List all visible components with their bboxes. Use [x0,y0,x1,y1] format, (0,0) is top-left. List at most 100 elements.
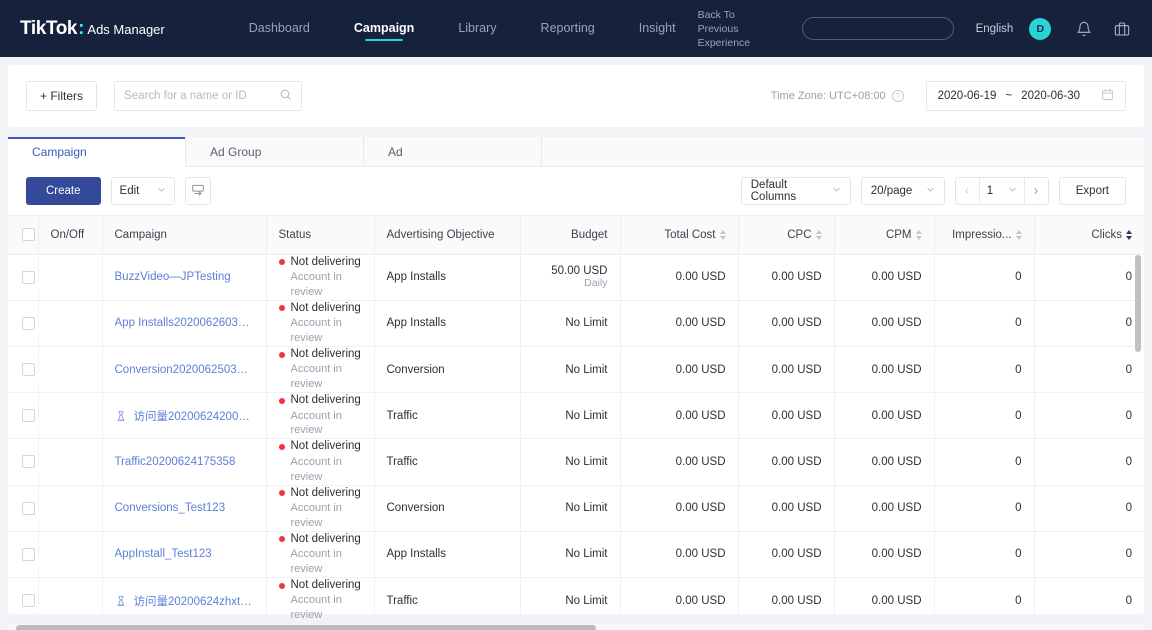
nav-right-group: Back To Previous Experience English D [698,8,1152,50]
back-to-previous-experience-link[interactable]: Back To Previous Experience [698,8,778,50]
row-checkbox[interactable] [22,409,35,423]
vertical-scrollbar-thumb[interactable] [1135,255,1141,352]
sort-icon-clicks[interactable] [1126,230,1132,240]
nav-item-library[interactable]: Library [436,0,518,57]
header-impressions[interactable]: Impressio... [934,216,1035,255]
row-clicks-cell: 0 [1034,438,1144,486]
row-checkbox[interactable] [22,547,35,561]
campaign-name-link[interactable]: 访问量20200624200255 [134,408,254,424]
row-onoff-cell [38,346,103,394]
edit-dropdown[interactable]: Edit [110,177,175,205]
table-row[interactable]: AppInstall_Test123 Not delivering Account … [8,531,1144,578]
campaign-table-wrapper: On/Off Campaign Status Advertising Objec… [8,215,1144,630]
filters-button[interactable]: + Filters [26,81,98,111]
columns-selector[interactable]: Default Columns [740,177,851,205]
header-cpm-label: CPM [885,228,912,241]
brand-tiktok-text: TikTok [20,17,78,39]
row-cpm-cell: 0.00 USD [834,531,935,578]
sort-icon-total-cost[interactable] [719,230,726,240]
row-status-cell: Not delivering Account in review [266,346,375,394]
row-clicks-cell: 0 [1034,577,1144,625]
nav-item-dashboard[interactable]: Dashboard [227,0,332,57]
row-status-cell: Not delivering Account in review [266,254,375,301]
page-number-selector[interactable]: 1 [978,178,1025,204]
table-row[interactable]: BuzzVideo—JPTesting Not delivering Account… [8,254,1144,301]
nav-item-reporting[interactable]: Reporting [519,0,617,57]
header-impressions-label: Impressio... [952,228,1012,241]
row-select-cell [8,300,39,347]
language-selector[interactable]: English [976,23,1014,35]
table-horizontal-scrollbar[interactable] [8,624,1144,630]
table-row[interactable]: 访问量20200624zhxtest0... Not delivering Acco… [8,577,1144,625]
timezone-label: Time Zone: UTC+08:00 [770,90,886,102]
campaign-name-link[interactable]: Conversions_Test123 [115,502,226,514]
search-input[interactable] [124,90,280,102]
horizontal-scrollbar-row[interactable] [8,623,1144,630]
next-page-button[interactable] [1025,178,1048,204]
create-button[interactable]: Create [26,177,101,205]
header-clicks[interactable]: Clicks [1034,216,1144,255]
sort-icon-cpc[interactable] [815,230,822,240]
sort-icon-impressions[interactable] [1015,230,1022,240]
row-campaign-cell: App Installs20200626030106... [102,300,267,347]
campaign-name-link[interactable]: BuzzVideo—JPTesting [115,271,231,283]
row-checkbox[interactable] [22,501,35,515]
row-clicks-cell: 0 [1034,254,1144,301]
table-row[interactable]: 访问量20200624200255 Not delivering Account i… [8,392,1144,440]
header-cpc[interactable]: CPC [738,216,835,255]
previous-page-button[interactable] [956,178,979,204]
nav-item-campaign[interactable]: Campaign [332,0,436,57]
nav-item-insight[interactable]: Insight [617,0,698,57]
search-box[interactable] [114,81,303,111]
transfer-icon-button[interactable] [184,177,211,205]
row-checkbox[interactable] [22,363,35,376]
table-row[interactable]: Traffic20200624175358 Not delivering Accou… [8,438,1144,486]
select-all-checkbox[interactable] [22,228,35,242]
tab-ad[interactable]: Ad [364,137,542,167]
row-checkbox[interactable] [22,316,35,330]
tab-campaign[interactable]: Campaign [8,137,186,167]
campaign-name-link[interactable]: App Installs20200626030106... [115,317,254,329]
table-row[interactable]: Conversion20200625030415_... Not deliveri… [8,346,1144,394]
date-range-picker[interactable]: 2020-06-19 ~ 2020-06-30 [925,81,1126,111]
header-select-all [8,216,39,255]
filter-bar: + Filters Time Zone: UTC+08:00 ? 2020-06… [8,65,1144,127]
table-row[interactable]: Conversions_Test123 Not delivering Account… [8,485,1144,532]
row-impressions-cell: 0 [934,531,1035,578]
horizontal-scrollbar-thumb[interactable] [16,625,596,630]
row-onoff-cell [38,531,103,578]
header-campaign: Campaign [102,216,267,255]
tab-ad-group[interactable]: Ad Group [186,137,364,167]
status-dot [278,490,285,497]
account-selector-pill[interactable] [801,17,954,40]
row-checkbox[interactable] [22,594,35,608]
table-row[interactable]: App Installs20200626030106... Not deliver… [8,300,1144,347]
row-checkbox[interactable] [22,455,35,469]
row-onoff-cell [38,392,103,440]
header-status: Status [266,216,375,255]
row-status-cell: Not delivering Account in review [266,531,375,578]
bell-icon[interactable] [1075,20,1093,38]
timezone-help-icon[interactable]: ? [891,90,904,102]
campaign-name-link[interactable]: Traffic20200624175358 [115,456,236,468]
avatar[interactable]: D [1029,17,1052,40]
page-size-selector[interactable]: 20/page [860,177,945,205]
header-total-cost[interactable]: Total Cost [620,216,739,255]
budget-amount: No Limit [565,317,608,330]
campaign-name-link[interactable]: Conversion20200625030415_... [115,364,254,376]
row-onoff-cell [38,485,103,532]
status-main-text: Not delivering [290,578,361,591]
row-checkbox[interactable] [22,270,35,284]
campaign-name-link[interactable]: 访问量20200624zhxtest0... [134,593,254,609]
header-cpm[interactable]: CPM [834,216,935,255]
briefcase-icon[interactable] [1113,20,1131,38]
brand-logo[interactable]: TikTok: Ads Manager [20,18,165,40]
header-clicks-label: Clicks [1091,228,1122,241]
campaign-name-link[interactable]: AppInstall_Test123 [115,548,212,560]
row-onoff-cell [38,300,103,347]
table-vertical-scrollbar[interactable] [1135,255,1141,556]
table-body: BuzzVideo—JPTesting Not delivering Account… [8,254,1144,630]
export-button[interactable]: Export [1058,177,1126,205]
status-sub-text: Account in review [290,317,342,345]
sort-icon-cpm[interactable] [915,230,922,240]
